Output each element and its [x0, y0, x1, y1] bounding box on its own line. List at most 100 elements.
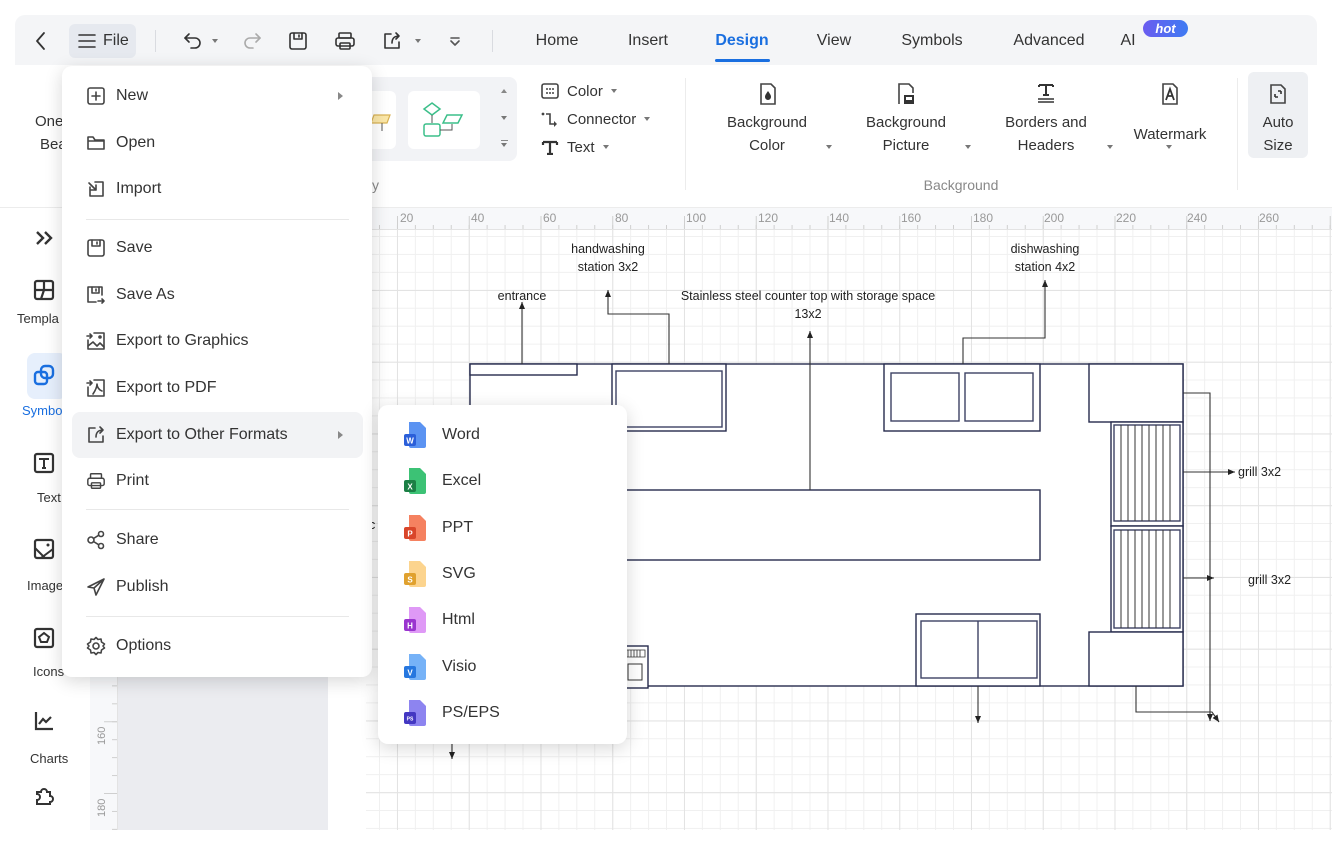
tab-ai[interactable]: AI — [1113, 29, 1143, 53]
undo-dropdown[interactable] — [209, 35, 221, 47]
sink-unit[interactable] — [915, 613, 1041, 687]
tab-advanced[interactable]: Advanced — [1004, 29, 1094, 53]
export-excel[interactable]: X Excel — [386, 458, 619, 504]
color-button[interactable]: Color — [541, 80, 617, 102]
background-picture-button[interactable]: Background Picture — [851, 83, 961, 159]
tab-home[interactable]: Home — [517, 29, 597, 53]
menu-item-label: Export to Graphics — [116, 332, 249, 349]
menu-item-label: Save As — [116, 286, 175, 303]
file-menu: New Open Import Save Save As Export to G… — [62, 66, 372, 677]
redo-button[interactable] — [240, 29, 264, 53]
svg-text:P: P — [407, 530, 413, 539]
auto-size-line1: Auto — [1262, 114, 1294, 131]
submenu-arrow-icon — [338, 92, 343, 100]
background-picture-dropdown[interactable] — [965, 145, 971, 149]
sidebar-item-plugins[interactable] — [0, 784, 88, 806]
hruler-label: 40 — [471, 211, 485, 225]
connector-button[interactable]: Connector — [541, 108, 651, 130]
menu-item-label: Options — [116, 637, 172, 654]
background-color-button[interactable]: Background Color — [712, 83, 822, 159]
menu-item-export-pdf[interactable]: Export to PDF — [72, 365, 363, 411]
folder-icon — [87, 136, 105, 150]
save-button[interactable] — [286, 29, 310, 53]
undo-button[interactable] — [181, 29, 205, 53]
save-icon — [87, 239, 105, 257]
watermark-dropdown[interactable] — [1166, 145, 1172, 149]
svg-file-icon: S — [404, 561, 426, 587]
menu-item-open[interactable]: Open — [72, 120, 363, 166]
print-icon — [335, 32, 355, 50]
export-ps-eps[interactable]: PS PS/EPS — [386, 690, 619, 736]
watermark-label: Watermark — [1133, 126, 1207, 143]
export-html[interactable]: H Html — [386, 597, 619, 643]
export-visio[interactable]: V Visio — [386, 644, 619, 690]
hamburger-icon — [78, 34, 96, 48]
borders-headers-line2: Headers — [1017, 137, 1075, 154]
menu-item-save-as[interactable]: Save As — [72, 272, 363, 318]
background-color-dropdown[interactable] — [826, 145, 832, 149]
menu-item-new[interactable]: New — [72, 73, 363, 119]
file-menu-button[interactable]: File — [69, 24, 136, 58]
sidebar-label-templates: Templa — [17, 311, 59, 326]
menu-item-options[interactable]: Options — [72, 623, 363, 669]
gallery-scroll[interactable] — [499, 86, 511, 156]
export-word[interactable]: W Word — [386, 412, 619, 458]
menu-item-label: Share — [116, 531, 159, 548]
entrance-shape[interactable] — [469, 363, 578, 376]
icons-icon — [33, 627, 55, 649]
watermark-icon — [1162, 83, 1178, 105]
menu-item-publish[interactable]: Publish — [72, 564, 363, 610]
dishwashing-station[interactable] — [883, 363, 1041, 432]
save-as-icon — [87, 286, 105, 304]
gear-icon — [86, 636, 106, 656]
menu-item-label: Print — [116, 472, 149, 489]
menu-item-export-graphics[interactable]: Export to Graphics — [72, 318, 363, 364]
export-button[interactable] — [380, 29, 404, 53]
tab-symbols[interactable]: Symbols — [887, 29, 977, 53]
more-button[interactable] — [445, 31, 465, 51]
grill-2[interactable] — [1110, 525, 1184, 633]
borders-headers-button[interactable]: Borders and Headers — [991, 83, 1101, 159]
tab-view[interactable]: View — [794, 29, 874, 53]
menu-item-share[interactable]: Share — [72, 517, 363, 563]
scroll-up-icon[interactable] — [501, 89, 507, 93]
right-top-counter[interactable] — [1088, 363, 1184, 423]
borders-headers-icon — [1038, 84, 1054, 103]
text-label: Text — [567, 138, 595, 156]
handwashing-station[interactable] — [611, 363, 727, 432]
stainless-counter[interactable] — [559, 489, 1041, 561]
expand-gallery-icon[interactable] — [501, 140, 508, 150]
scroll-down-icon[interactable] — [501, 116, 507, 120]
export-ppt[interactable]: P PPT — [386, 505, 619, 551]
borders-headers-dropdown[interactable] — [1107, 145, 1113, 149]
visio-file-icon: V — [404, 654, 426, 680]
tab-insert[interactable]: Insert — [608, 29, 688, 53]
background-group-label: Background — [923, 177, 999, 193]
ribbon-divider — [1237, 78, 1238, 190]
text-icon — [33, 452, 55, 474]
print-button[interactable] — [333, 29, 357, 53]
export-dropdown[interactable] — [412, 35, 424, 47]
auto-size-icon — [1270, 84, 1286, 104]
tab-design[interactable]: Design — [702, 29, 782, 53]
hruler-label: 220 — [1116, 211, 1137, 225]
watermark-button[interactable]: Watermark — [1120, 83, 1220, 159]
menu-item-save[interactable]: Save — [72, 225, 363, 271]
export-svg[interactable]: S SVG — [386, 551, 619, 597]
back-button[interactable] — [28, 27, 54, 55]
connector-label: Connector — [567, 110, 637, 128]
active-tab-indicator — [715, 59, 770, 62]
menu-item-export-other[interactable]: Export to Other Formats — [72, 412, 363, 458]
svg-text:PS: PS — [407, 717, 414, 723]
auto-size-button[interactable]: Auto Size — [1248, 72, 1308, 158]
style-thumbnail-2[interactable] — [408, 91, 480, 149]
templates-icon — [33, 279, 55, 301]
export-format-label: SVG — [442, 565, 476, 582]
export-pdf-icon — [86, 379, 105, 397]
sidebar-item-charts[interactable] — [0, 710, 88, 732]
menu-item-import[interactable]: Import — [72, 166, 363, 212]
menu-item-print[interactable]: Print — [72, 458, 363, 504]
text-style-button[interactable]: Text — [541, 136, 609, 158]
right-bottom-counter[interactable] — [1088, 631, 1184, 687]
grill-1[interactable] — [1110, 421, 1184, 527]
